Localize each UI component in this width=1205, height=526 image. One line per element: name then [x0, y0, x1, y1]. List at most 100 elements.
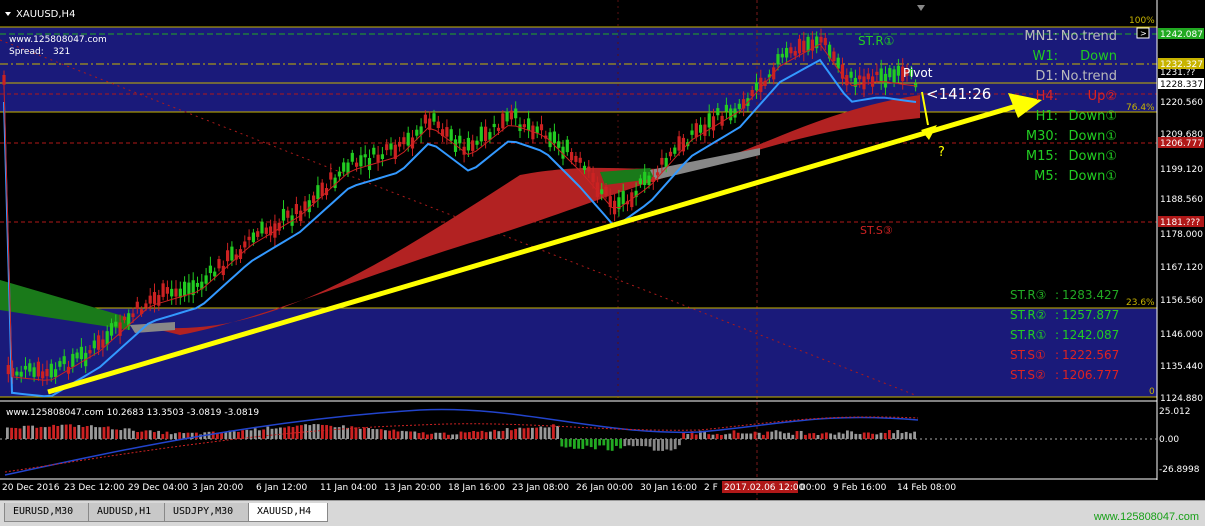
- chart-canvas[interactable]: ST.R① ST.S③ Pivot <141:26 ? 100% 76.4% 2…: [0, 0, 1205, 500]
- histogram-bar: [438, 432, 442, 439]
- histogram-bar: [535, 427, 538, 439]
- histogram-bar: [770, 431, 774, 439]
- histogram-bar: [211, 431, 215, 439]
- histogram-bar: [686, 434, 690, 439]
- tab-usdjpy-m30[interactable]: USDJPY,M30: [164, 503, 252, 522]
- macd-main-line: [4, 416, 919, 473]
- price-tag-label: 1181.???: [1160, 218, 1200, 228]
- candle-body: [281, 208, 286, 221]
- bar-countdown: <141:26: [926, 85, 991, 103]
- time-axis-label: 11 Jan 04:00: [320, 483, 377, 493]
- trend-state: Down①: [1069, 169, 1118, 184]
- histogram-bar: [867, 432, 870, 439]
- histogram-bar: [35, 427, 39, 439]
- histogram-bar: [715, 433, 719, 439]
- histogram-bar: [270, 428, 274, 439]
- chart-shift-icon[interactable]: [917, 5, 925, 11]
- histogram-bar: [862, 432, 866, 439]
- time-axis-label: 20 Dec 2016: [2, 483, 60, 493]
- histogram-bar: [106, 426, 110, 439]
- price-chart[interactable]: ST.R① ST.S③ Pivot <141:26 ? 100% 76.4% 2…: [0, 0, 1205, 525]
- histogram-bar: [808, 433, 811, 439]
- tab-audusd-h1[interactable]: AUDUSD,H1: [88, 503, 168, 522]
- candle-body: [780, 53, 784, 58]
- histogram-bar: [904, 431, 908, 439]
- candle-body: [858, 75, 862, 80]
- histogram-bar: [837, 432, 841, 439]
- histogram-bar: [820, 433, 824, 439]
- histogram-bar: [123, 428, 127, 439]
- histogram-bar: [589, 439, 593, 448]
- triangle-down-icon[interactable]: [5, 12, 11, 16]
- candle-body: [436, 121, 440, 128]
- candle-body: [264, 227, 268, 234]
- info-site: www.125808047.com: [9, 35, 107, 45]
- trend-timeframe: M30:: [1026, 129, 1058, 144]
- histogram-bar: [694, 434, 698, 439]
- candle-body: [574, 155, 578, 162]
- histogram-bar: [799, 430, 803, 439]
- histogram-bar: [531, 427, 534, 439]
- histogram-bar: [598, 439, 601, 446]
- histogram-bar: [749, 433, 753, 439]
- histogram-bar: [493, 429, 496, 439]
- indicator-scale-zero: 0.00: [1159, 435, 1179, 445]
- histogram-bar: [745, 433, 748, 439]
- price-axis-label: 1156.560: [1160, 296, 1203, 306]
- pivot-label: Pivot: [903, 66, 933, 80]
- candle-body: [802, 40, 806, 53]
- histogram-bar: [648, 439, 652, 447]
- histogram-bar: [258, 430, 261, 439]
- candle-body: [587, 166, 591, 172]
- histogram-bar: [896, 430, 900, 439]
- candle-body: [776, 54, 780, 65]
- candle-body: [737, 103, 741, 109]
- time-axis-label: 13 Jan 20:00: [384, 483, 441, 493]
- fibo-label-236: 23.6%: [1126, 298, 1155, 308]
- level-separator: :: [1055, 368, 1059, 382]
- level-separator: :: [1055, 328, 1059, 342]
- candle-body: [329, 172, 333, 180]
- histogram-bar: [610, 439, 614, 451]
- candle-body: [49, 363, 53, 378]
- footer-site: www.125808047.com: [1093, 511, 1199, 523]
- histogram-bar: [148, 430, 152, 439]
- question-mark: ?: [938, 145, 945, 160]
- candle-body: [247, 236, 251, 241]
- mt4-chart-window: ST.R① ST.S③ Pivot <141:26 ? 100% 76.4% 2…: [0, 0, 1205, 526]
- candle-body: [131, 313, 135, 318]
- trend-state: Down: [1080, 49, 1117, 64]
- candle-body: [823, 37, 827, 46]
- histogram-bar: [140, 431, 144, 439]
- histogram-bar: [728, 433, 732, 439]
- histogram-bar: [556, 426, 559, 439]
- candle-body: [591, 172, 595, 183]
- candle-body: [97, 335, 101, 350]
- histogram-bar: [640, 439, 643, 447]
- candle-body: [600, 189, 604, 195]
- histogram-bar: [783, 433, 786, 439]
- candle-body: [109, 323, 114, 336]
- st-s3-annotation: ST.S③: [860, 224, 893, 237]
- histogram-bar: [413, 431, 417, 439]
- histogram-bar: [505, 428, 509, 439]
- candle-body: [656, 172, 660, 176]
- candle-body: [849, 71, 853, 78]
- price-tag-label: 1242.087: [1160, 30, 1203, 40]
- histogram-bar: [392, 429, 396, 439]
- histogram-bar: [98, 427, 102, 439]
- spread-label: Spread:: [9, 47, 44, 57]
- tab-xauusd-h4[interactable]: XAUUSD,H4: [248, 503, 328, 522]
- price-tag-label: 1228.337: [1160, 80, 1203, 90]
- candle-body: [703, 124, 707, 136]
- candle-body: [187, 282, 191, 295]
- histogram-bar: [577, 439, 580, 449]
- candle-body: [423, 114, 427, 124]
- histogram-bar: [316, 424, 320, 439]
- time-axis-labels: 20 Dec 2016 23 Dec 12:00 29 Dec 04:00 3 Jan…: [2, 483, 956, 493]
- histogram-bar: [442, 432, 446, 439]
- histogram-bar: [161, 434, 165, 439]
- histogram-bar: [883, 433, 887, 439]
- tab-eurusd-m30[interactable]: EURUSD,M30: [4, 503, 92, 522]
- histogram-bar: [619, 439, 622, 449]
